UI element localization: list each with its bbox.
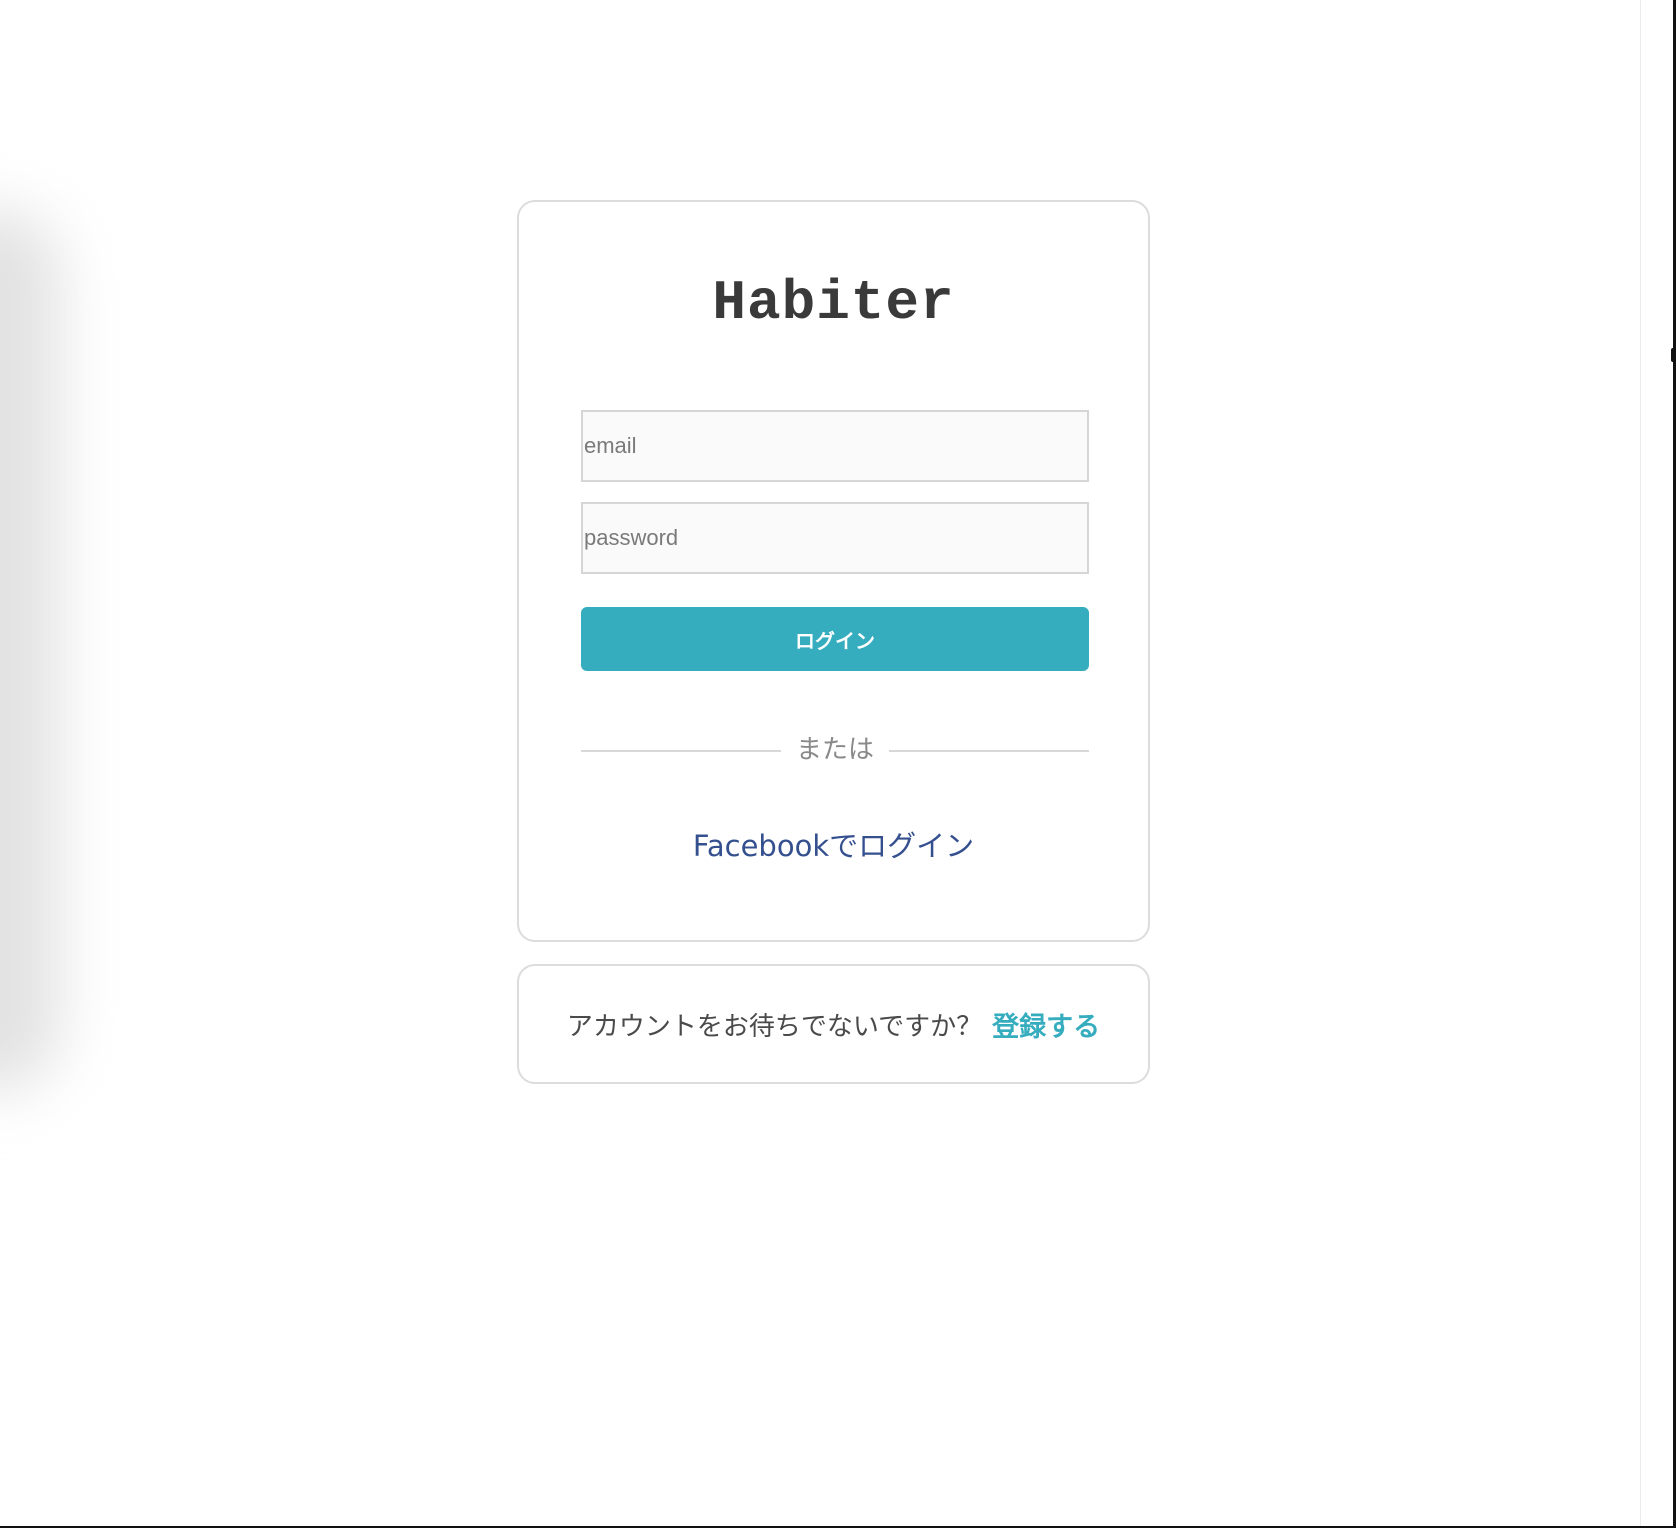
signup-link[interactable]: 登録する (992, 1005, 1100, 1044)
or-divider-label: または (795, 735, 874, 765)
divider-line-right (889, 750, 1089, 752)
divider-line-left (581, 750, 781, 752)
app-logo-title: Habiter (712, 271, 955, 335)
window-edge-notch (1671, 348, 1676, 362)
email-input[interactable] (581, 410, 1089, 482)
signup-card: アカウントをお待ちでないですか？ 登録する (517, 964, 1150, 1084)
password-input[interactable] (581, 502, 1089, 574)
left-edge-shadow (0, 210, 60, 1090)
facebook-login-link[interactable]: Facebookでログイン (519, 824, 1148, 868)
signup-prompt: アカウントをお待ちでないですか？ (566, 1011, 983, 1042)
login-button[interactable]: ログイン (581, 607, 1089, 671)
right-edge-strip (1641, 0, 1672, 1526)
login-card: Habiter ログイン または Facebookでログイン (517, 200, 1150, 942)
